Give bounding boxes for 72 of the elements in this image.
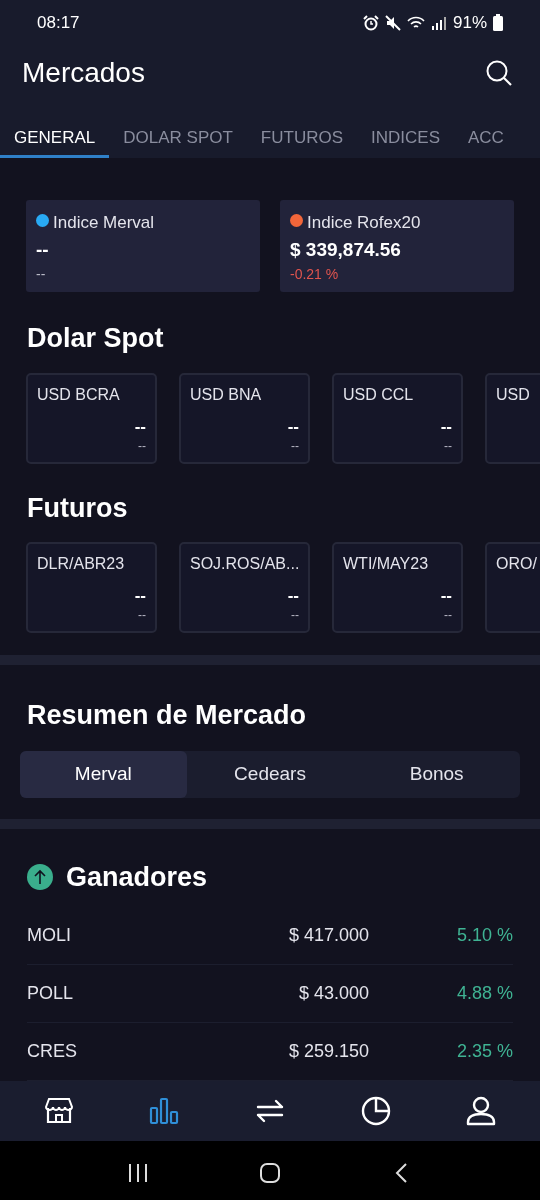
- segment-tab[interactable]: Merval: [20, 750, 187, 798]
- quote-card[interactable]: ORO/: [485, 542, 540, 633]
- index-change: --: [36, 265, 46, 284]
- change-cell-text: 5.10 %: [455, 924, 513, 947]
- home-icon[interactable]: [259, 1162, 281, 1184]
- quote-change: --: [444, 607, 452, 624]
- quote-card[interactable]: USD BCRA -- --: [26, 372, 157, 464]
- section-title: Futuros: [27, 491, 128, 525]
- mute-icon: [384, 14, 401, 31]
- recent-apps-icon[interactable]: [127, 1162, 149, 1184]
- quote-name: USD: [496, 384, 530, 405]
- quote-name: USD BNA: [190, 384, 262, 405]
- status-time: 08:17: [37, 11, 80, 34]
- tab[interactable]: ACC: [454, 100, 518, 158]
- wifi-icon: [406, 14, 425, 31]
- signal-icon: [430, 14, 447, 31]
- page-title: Mercados: [22, 55, 145, 90]
- bar-chart-icon: [149, 1096, 180, 1126]
- store-icon: [43, 1096, 74, 1126]
- pie-chart-icon: [360, 1096, 391, 1126]
- search-icon: [485, 58, 513, 87]
- quote-card[interactable]: USD CCL -- --: [332, 372, 463, 464]
- battery-icon: [493, 14, 503, 31]
- section-title: Ganadores: [66, 860, 208, 894]
- ticker-cell-text: MOLI: [27, 924, 72, 947]
- tab[interactable]: INDICES: [357, 100, 454, 158]
- ticker-cell-text: CRES: [27, 1040, 78, 1063]
- ticker-cell-text: POLL: [27, 982, 75, 1005]
- tab[interactable]: FUTUROS: [246, 100, 357, 158]
- quote-change: --: [291, 437, 299, 455]
- quote-card[interactable]: SOJ.ROS/AB... -- --: [179, 542, 310, 633]
- change-cell-text: 2.35 %: [455, 1040, 513, 1063]
- index-name: Indice Merval: [53, 212, 155, 234]
- quote-value: --: [134, 586, 146, 606]
- quote-name: SOJ.ROS/AB...: [190, 554, 300, 574]
- quote-value: --: [440, 586, 452, 606]
- segment-tab[interactable]: Cedears: [186, 750, 354, 798]
- quote-change: --: [444, 437, 452, 455]
- price-cell-text: $ 259.150: [287, 1040, 369, 1063]
- quote-name: DLR/ABR23: [37, 554, 125, 574]
- quote-name: WTI/MAY23: [343, 554, 429, 574]
- quote-name: USD CCL: [343, 384, 414, 405]
- section-title: Dolar Spot: [27, 322, 164, 355]
- index-change: -0.21 %: [290, 265, 339, 284]
- section-title: Resumen de Mercado: [27, 699, 307, 732]
- quote-change: --: [291, 607, 299, 624]
- quote-change: --: [138, 437, 146, 455]
- index-name: Indice Rofex20: [307, 212, 421, 234]
- index-card[interactable]: Indice Merval -- --: [26, 200, 260, 292]
- quote-name: USD BCRA: [37, 384, 120, 405]
- quote-value: --: [287, 586, 299, 606]
- price-cell-text: $ 417.000: [287, 924, 369, 947]
- quote-card[interactable]: WTI/MAY23 -- --: [332, 542, 463, 633]
- segment-tab[interactable]: Bonos: [353, 750, 520, 798]
- tab[interactable]: DOLAR SPOT: [109, 100, 247, 158]
- profile-icon: [466, 1096, 497, 1126]
- quote-change: --: [138, 607, 146, 624]
- quote-value: --: [287, 416, 299, 437]
- quote-card[interactable]: DLR/ABR23 -- --: [26, 542, 157, 633]
- quote-value: --: [440, 416, 452, 437]
- change-cell-text: 4.88 %: [455, 982, 513, 1005]
- index-card[interactable]: Indice Rofex20 $ 339,874.56 -0.21 %: [280, 200, 514, 292]
- quote-value: --: [134, 416, 146, 437]
- index-value: $ 339,874.56: [290, 237, 401, 262]
- tab[interactable]: GENERAL: [0, 100, 110, 158]
- quote-name: ORO/: [496, 554, 537, 574]
- index-value: --: [36, 237, 49, 262]
- alarm-icon: [362, 14, 379, 31]
- price-cell-text: $ 43.000: [297, 982, 369, 1005]
- quote-card[interactable]: USD BNA -- --: [179, 372, 310, 464]
- quote-card[interactable]: USD: [485, 372, 540, 464]
- battery-percent: 91%: [452, 11, 487, 34]
